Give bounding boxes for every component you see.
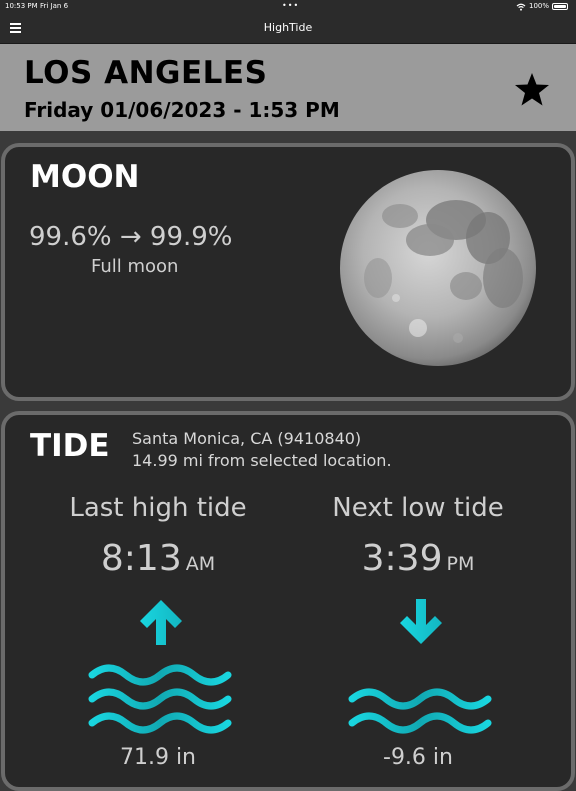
moon-illumination: 99.6% → 99.9% [29, 222, 233, 252]
tide-station-distance: 14.99 mi from selected location. [132, 451, 392, 470]
location-header: LOS ANGELES Friday 01/06/2023 - 1:53 PM [0, 44, 576, 131]
status-date: Fri Jan 6 [40, 2, 69, 10]
status-time: 10:53 PM [5, 2, 38, 10]
favorite-star-icon[interactable] [512, 70, 552, 110]
moon-image [340, 170, 536, 366]
battery-percent: 100% [528, 2, 549, 10]
next-tide-label: Next low tide [332, 493, 504, 523]
battery-icon [552, 3, 568, 10]
status-bar: 10:53 PM Fri Jan 6 ••• 100% [0, 0, 576, 13]
tide-card: TIDE Santa Monica, CA (9410840) 14.99 mi… [1, 411, 575, 791]
arrow-down-icon [400, 599, 442, 644]
moon-phase: Full moon [91, 256, 179, 277]
multitasking-dots-icon[interactable]: ••• [282, 0, 299, 12]
last-tide-ampm: AM [185, 553, 216, 575]
last-tide-label: Last high tide [69, 493, 247, 523]
tide-title: TIDE [30, 428, 110, 464]
nav-bar: HighTide [0, 13, 576, 44]
tide-station-name: Santa Monica, CA (9410840) [132, 429, 362, 448]
next-tide-ampm: PM [446, 553, 475, 575]
next-tide-height: -9.6 in [383, 745, 453, 770]
status-indicators: 100% [516, 0, 568, 13]
next-tide-time: 3:39 PM [288, 539, 548, 585]
city-name: LOS ANGELES [24, 55, 268, 91]
moon-title: MOON [30, 159, 140, 195]
last-tide-time: 8:13 AM [28, 539, 288, 585]
wifi-icon [516, 3, 526, 11]
low-tide-waves-icon [348, 688, 492, 734]
last-tide-column: Last high tide 8:13 AM [28, 491, 288, 585]
date-time: Friday 01/06/2023 - 1:53 PM [24, 98, 340, 122]
last-tide-time-value: 8:13 [100, 538, 182, 579]
moon-card: MOON 99.6% → 99.9% Full moon [1, 143, 575, 401]
arrow-up-icon [140, 600, 182, 645]
high-tide-waves-icon [88, 664, 232, 734]
next-tide-column: Next low tide 3:39 PM [288, 491, 548, 585]
last-tide-height: 71.9 in [119, 745, 197, 770]
next-tide-time-value: 3:39 [361, 538, 443, 579]
app-title: HighTide [263, 21, 313, 34]
